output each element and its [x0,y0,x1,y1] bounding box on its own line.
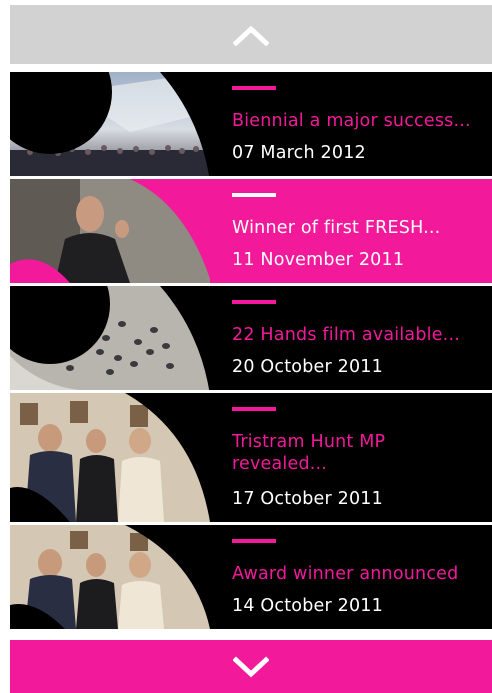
accent-dash [232,86,276,90]
accent-dash [232,300,276,304]
news-title: Biennial a major success... [232,111,471,131]
news-item[interactable]: Winner of first FRESH... 11 November 201… [10,179,492,283]
news-list: Biennial a major success... 07 March 201… [10,72,492,632]
news-thumbnail [10,179,210,283]
news-thumbnail [10,72,210,176]
news-title: Award winner announced [232,564,459,584]
chevron-up-icon [233,24,269,46]
news-title: Tristram Hunt MP revealed... [232,432,386,474]
news-date: 14 October 2011 [232,596,383,616]
news-item[interactable]: Award winner announced 14 October 2011 [10,525,492,629]
accent-dash [232,407,276,411]
news-date: 11 November 2011 [232,250,405,270]
news-thumbnail [10,286,210,390]
news-date: 20 October 2011 [232,357,383,377]
scroll-up-button[interactable] [10,5,492,64]
news-item[interactable]: Biennial a major success... 07 March 201… [10,72,492,176]
accent-dash [232,539,276,543]
news-title: Winner of first FRESH... [232,218,441,238]
scroll-down-button[interactable] [10,640,492,693]
chevron-down-icon [233,655,269,678]
news-thumbnail [10,393,210,522]
news-date: 07 March 2012 [232,143,366,163]
news-item[interactable]: Tristram Hunt MP revealed... 17 October … [10,393,492,522]
accent-dash [232,193,276,197]
news-thumbnail [10,525,210,629]
news-item[interactable]: 22 Hands film available... 20 October 20… [10,286,492,390]
news-date: 17 October 2011 [232,489,383,509]
news-title: 22 Hands film available... [232,325,460,345]
